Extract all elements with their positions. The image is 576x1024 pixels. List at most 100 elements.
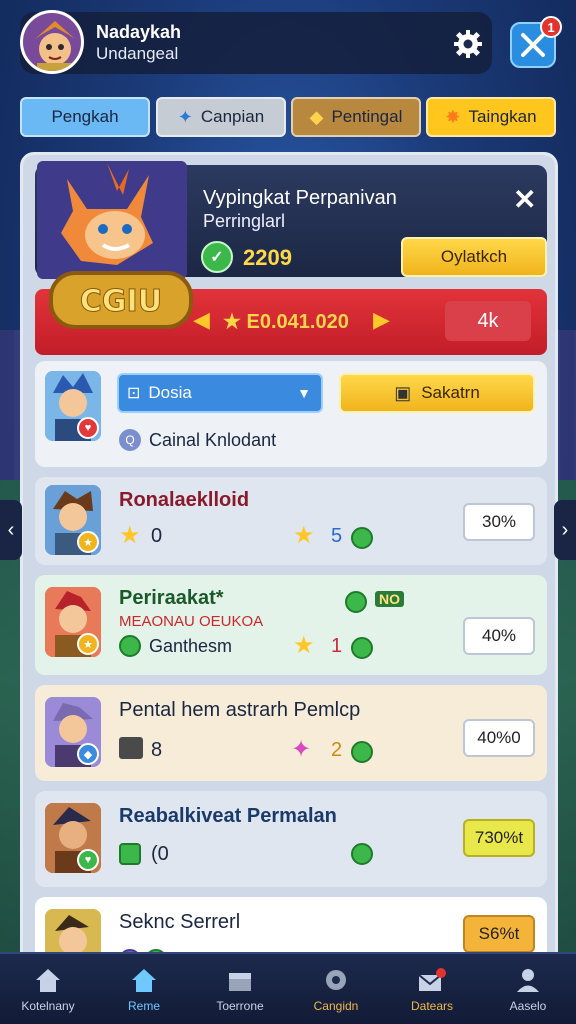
heart-badge-icon: ♥ (77, 849, 99, 871)
hero-avatar[interactable]: ♥ (45, 371, 101, 441)
tab-pengkah[interactable]: Pengkah (20, 97, 150, 137)
list-item-value[interactable]: S6%t (463, 915, 535, 953)
list-item-name: Ronalaeklloid (119, 489, 250, 511)
nav-label: Datears (410, 999, 454, 1013)
emblem-text: CGIU (80, 284, 162, 319)
nav-item-aaselo[interactable]: Aaselo (480, 954, 576, 1024)
player-avatar[interactable] (20, 10, 84, 74)
list-item-value[interactable]: 40%0 (463, 719, 535, 757)
gem-icon (351, 843, 373, 865)
chevron-down-icon: ▼ (297, 385, 311, 401)
gear-icon (454, 30, 482, 58)
search-note: Q Cainal Knlodant (119, 429, 276, 451)
lock-icon: ⊡ (127, 385, 141, 402)
heart-icon: ♥ (77, 417, 99, 439)
shield-icon (119, 635, 141, 657)
hero-avatar: ★ (45, 485, 101, 555)
profile-header (20, 12, 492, 74)
home-icon (36, 969, 60, 992)
list-item-stat: 0 (151, 525, 163, 547)
nav-item-cangidn[interactable]: Cangidn (288, 954, 384, 1024)
gem-icon (351, 741, 373, 763)
mail-icon (418, 968, 446, 991)
nav-label: Toerrone (216, 999, 264, 1013)
tag-icon: ◆ (309, 106, 324, 127)
search-button-label: Sakatrn (421, 383, 480, 402)
hero-avatar: ♥ (45, 803, 101, 873)
search-button[interactable]: ▣ Sakatrn (339, 373, 535, 413)
player-name: Nadaykah (96, 22, 182, 42)
fox-hero-icon: CGIU (37, 161, 193, 329)
star-burst-icon: ✸ (445, 106, 461, 127)
star-badge-icon: ★ (77, 531, 99, 553)
dropdown-value: Dosia (148, 383, 192, 402)
nav-item-datears[interactable]: Datears (384, 954, 480, 1024)
list-item-value[interactable]: 730%t (463, 819, 535, 857)
gem-star-icon: ✦ (291, 736, 312, 763)
settings-button[interactable] (450, 26, 486, 62)
shield-icon (119, 843, 141, 865)
notification-badge: 1 (540, 16, 562, 38)
featured-title: Vypingkat Perpanivan (203, 187, 397, 209)
list-item-stat: 8 (151, 739, 163, 761)
list-item-name: Seknc Serrerl (119, 911, 241, 933)
search-card: ♥ ⊡ Dosia ▼ ▣ Sakatrn Q Cainal Knlodant (35, 361, 547, 467)
nav-label: Reme (127, 999, 160, 1013)
list-item[interactable]: ★ Periraakat* MEAONAU OEUKOA NO Ganthesm… (35, 575, 547, 675)
hero-avatar: ◆ (45, 697, 101, 767)
hero-avatar: ★ (45, 587, 101, 657)
nav-item-toerrone[interactable]: Toerrone (192, 954, 288, 1024)
nav-label: Cangidn (313, 999, 359, 1013)
star-badge-icon: ★ (77, 633, 99, 655)
list-item-level: 1 (331, 635, 343, 657)
list-item[interactable]: ♥ Reabalkiveat Permalan (0 730%t (35, 791, 547, 887)
home-active-icon (132, 969, 156, 992)
list-item-class: Ganthesm (119, 635, 232, 657)
player-subtitle: Undangeal (96, 44, 179, 63)
nav-item-kotelnany[interactable]: Kotelnany (0, 954, 96, 1024)
list-item-subname: MEAONAU OEUKOA (119, 613, 264, 630)
star-icon: ★ (293, 632, 315, 659)
nav-item-reme[interactable]: Reme (96, 954, 192, 1024)
list-item-name: Pental hem astrarh Pemlcp (119, 699, 361, 721)
star-icon: ★ (293, 522, 315, 549)
featured-character-art: CGIU (37, 161, 207, 361)
close-button[interactable]: ✕ (513, 183, 536, 216)
gem-icon (351, 527, 373, 549)
reward-count-button[interactable]: 4k (445, 301, 531, 341)
notifications-button[interactable]: 1 (510, 16, 562, 68)
chevron-right-icon[interactable]: ▶ (373, 307, 390, 333)
reward-amount: ★ E0.041.020 (223, 311, 349, 333)
main-panel: Vypingkat Perpanivan Perringlarl ✓ 2209 … (20, 152, 558, 972)
list-item[interactable]: ★ Ronalaeklloid ★ 0 ★ 5 30% (35, 477, 547, 565)
tab-taingkan[interactable]: ✸ Taingkan (426, 97, 556, 137)
region-dropdown[interactable]: ⊡ Dosia ▼ (117, 373, 323, 413)
list-item-stat: (0 (151, 843, 169, 865)
puzzle-icon: ✦ (177, 106, 193, 127)
scroll-right-button[interactable]: › (554, 500, 576, 560)
list-item-value[interactable]: 30% (463, 503, 535, 541)
tab-canpian[interactable]: ✦ Canpian (156, 97, 286, 137)
box-icon (229, 973, 251, 991)
featured-action-button[interactable]: Oylatkch (401, 237, 547, 277)
gear-badge-icon (326, 970, 346, 990)
star-icon: ★ (223, 311, 241, 333)
search-note-text: Cainal Knlodant (149, 429, 277, 450)
list-item-name: Reabalkiveat Permalan (119, 805, 337, 827)
list-item-value[interactable]: 40% (463, 617, 535, 655)
tab-label: Taingkan (468, 107, 537, 126)
list-item-level: 2 (331, 739, 343, 761)
gem-icon (351, 637, 373, 659)
shield-badge-icon: ◆ (77, 743, 99, 765)
nav-label: Kotelnany (21, 999, 75, 1013)
star-icon: ★ (119, 522, 141, 549)
box-icon: ▣ (394, 382, 412, 403)
list-item[interactable]: ◆ Pental hem astrarh Pemlcp 8 ✦ 2 40%0 (35, 685, 547, 781)
tab-label: Pentingal (331, 107, 403, 126)
list-item-name: Periraakat* (119, 587, 224, 609)
user-icon (517, 969, 539, 992)
bottom-navigation: Kotelnany Reme Toerrone Cangidn Datears (0, 952, 576, 1024)
scroll-left-button[interactable]: ‹ (0, 500, 22, 560)
tab-pentingal[interactable]: ◆ Pentingal (291, 97, 421, 137)
featured-subtitle: Perringlarl (203, 211, 286, 231)
